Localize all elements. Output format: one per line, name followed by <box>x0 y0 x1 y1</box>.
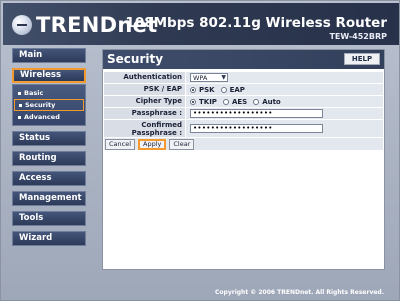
passphrase-label: Passphrase : <box>104 108 186 119</box>
bullet-icon <box>18 91 21 95</box>
eap-radio[interactable] <box>220 86 227 93</box>
tkip-label: TKIP <box>199 97 217 106</box>
aes-option[interactable]: AES <box>222 97 248 106</box>
auto-option[interactable]: Auto <box>253 98 281 106</box>
confirm-label-line1: Confirmed <box>141 121 182 129</box>
tkip-radio[interactable] <box>190 98 196 105</box>
bullet-icon <box>19 103 22 107</box>
model-number: TEW-452BRP <box>329 32 387 41</box>
product-title: 108Mbps 802.11g Wireless Router <box>125 15 387 31</box>
auth-type-label: Authentication Type <box>104 72 186 92</box>
apply-button[interactable]: Apply <box>138 138 167 150</box>
auto-radio[interactable] <box>253 98 260 105</box>
passphrase-input[interactable]: •••••••••••••••••• <box>190 109 323 118</box>
confirm-row: Confirmed Passphrase : •••••••••••••••••… <box>104 120 383 137</box>
security-panel: Security HELP Authentication Type WPA ▼ … <box>102 49 385 270</box>
router-admin-window: TRENDnet 108Mbps 802.11g Wireless Router… <box>0 0 400 301</box>
cancel-button[interactable]: Cancel <box>105 138 136 150</box>
panel-title-bar: Security HELP <box>103 50 384 69</box>
nav-access[interactable]: Access <box>12 171 86 186</box>
tkip-option[interactable]: TKIP <box>190 98 217 106</box>
chevron-down-icon: ▼ <box>221 74 226 81</box>
auth-type-select[interactable]: WPA ▼ <box>190 73 228 82</box>
nav-wireless[interactable]: Wireless <box>12 68 86 83</box>
psk-eap-label: PSK / EAP <box>104 84 186 95</box>
psk-option[interactable]: PSK <box>190 86 215 94</box>
auto-label: Auto <box>262 97 281 106</box>
nav-wireless-security[interactable]: Security <box>14 99 84 111</box>
header: TRENDnet 108Mbps 802.11g Wireless Router… <box>3 3 399 45</box>
help-button[interactable]: HELP <box>344 53 380 65</box>
cipher-label: Cipher Type <box>104 96 186 107</box>
page-title: Security <box>107 52 164 66</box>
cipher-row: Cipher Type TKIP AES Auto <box>104 96 383 107</box>
aes-radio[interactable] <box>222 98 229 105</box>
nav-wireless-advanced-label: Advanced <box>24 113 60 121</box>
sidebar-nav: Main Wireless Basic Security Advanced St… <box>12 48 86 251</box>
nav-main[interactable]: Main <box>12 48 86 63</box>
confirm-label-line2: Passphrase : <box>131 129 182 137</box>
wireless-submenu: Basic Security Advanced <box>12 84 86 126</box>
action-buttons: Cancel Apply Clear <box>104 138 383 150</box>
nav-routing[interactable]: Routing <box>12 151 86 166</box>
psk-label: PSK <box>199 85 215 94</box>
auth-type-value: WPA <box>193 73 208 82</box>
eap-option[interactable]: EAP <box>220 85 245 94</box>
psk-radio[interactable] <box>190 86 196 93</box>
passphrase-row: Passphrase : •••••••••••••••••• <box>104 108 383 119</box>
security-form: Authentication Type WPA ▼ PSK / EAP PSK … <box>104 72 383 150</box>
eap-label: EAP <box>229 85 245 94</box>
trendnet-logo-icon <box>12 15 32 35</box>
nav-wireless-advanced[interactable]: Advanced <box>14 111 84 123</box>
clear-button[interactable]: Clear <box>169 138 195 150</box>
nav-wireless-basic[interactable]: Basic <box>14 87 84 99</box>
nav-status[interactable]: Status <box>12 131 86 146</box>
auth-type-row: Authentication Type WPA ▼ <box>104 72 383 92</box>
confirm-passphrase-input[interactable]: •••••••••••••••••• <box>190 124 323 133</box>
aes-label: AES <box>231 97 248 106</box>
nav-tools[interactable]: Tools <box>12 211 86 226</box>
nav-management[interactable]: Management <box>12 191 86 206</box>
nav-wireless-security-label: Security <box>25 101 56 109</box>
psk-eap-row: PSK / EAP PSK EAP <box>104 84 383 95</box>
nav-wizard[interactable]: Wizard <box>12 231 86 246</box>
confirm-label: Confirmed Passphrase : <box>104 120 186 137</box>
bullet-icon <box>18 115 21 119</box>
nav-wireless-basic-label: Basic <box>24 89 44 97</box>
copyright-footer: Copyright © 2006 TRENDnet. All Rights Re… <box>215 289 384 296</box>
